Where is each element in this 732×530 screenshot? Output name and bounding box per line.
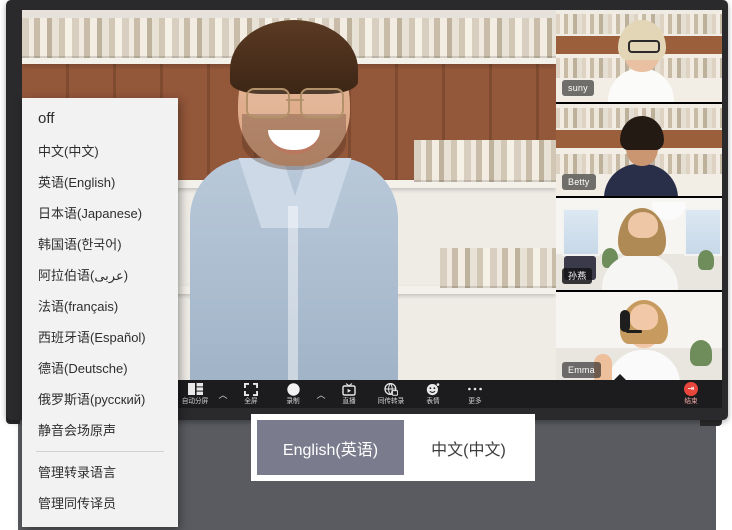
speaker-shirt-placket [288,206,298,380]
participant-tile[interactable]: 孙燕 [556,198,722,292]
desk-left-margin [0,414,18,530]
menu-item-arabic[interactable]: 阿拉伯语(عربى) [22,260,178,291]
tile-forehead [630,304,658,330]
toolbar-more-button[interactable]: 更多 [454,380,496,408]
participant-tile[interactable]: Emma [556,292,722,384]
participant-name-badge: 孙燕 [562,268,593,284]
interpretation-icon [384,382,398,396]
language-option-chinese[interactable]: 中文(中文) [406,414,531,481]
menu-item-english[interactable]: 英语(English) [22,167,178,198]
menu-item-japanese[interactable]: 日本语(Japanese) [22,198,178,229]
record-options-chevron-up-icon[interactable]: ︿ [314,380,328,408]
toolbar-live-label: 直播 [342,398,356,405]
participant-name-badge: Emma [562,362,601,378]
toolbar-auto-split-label: 自动分屏 [181,398,209,405]
live-broadcast-icon [342,382,356,396]
tile-headset-mic [626,330,642,333]
tile-window [684,208,722,256]
participant-name-badge: suny [562,80,594,96]
tile-glasses [628,40,660,53]
menu-item-russian[interactable]: 俄罗斯语(русский) [22,384,178,415]
layout-icon [187,382,203,396]
more-dots-icon [467,382,483,396]
leave-call-icon: ⇥ [684,382,698,396]
menu-item-german[interactable]: 德语(Deutsche) [22,353,178,384]
toolbar-auto-split-button[interactable]: 自动分屏 [174,380,216,408]
tile-plant [698,250,714,270]
tile-forehead [628,212,658,238]
glasses-lens-right [300,88,344,118]
tile-plant [690,340,712,366]
menu-item-manage-transcription-language[interactable]: 管理转录语言 [22,457,178,488]
participant-name-badge: Betty [562,174,596,190]
record-icon [286,382,300,396]
participant-thumbnail-strip: suny Betty 孙燕 Emma [556,10,722,384]
speaker-hair [230,20,358,94]
toolbar-end-meeting-label: 结束 [684,398,698,405]
speaker-glasses [246,88,344,118]
books-row-2-right [414,140,556,182]
desk-right-margin [716,414,732,530]
speaker-person [184,20,404,380]
toolbar-live-button[interactable]: 直播 [328,380,370,408]
toolbar-record-button[interactable]: 录制 [272,380,314,408]
language-option-english[interactable]: English(英语) [255,418,406,477]
toolbar-end-meeting-button[interactable]: ⇥ 结束 [670,380,712,408]
tile-window [562,208,600,256]
menu-item-korean[interactable]: 韩国语(한국어) [22,229,178,260]
books-row-3-right [440,248,556,288]
toolbar-reactions-button[interactable]: 表情 [412,380,454,408]
menu-item-off[interactable]: off [22,104,178,136]
menu-item-spanish[interactable]: 西班牙语(Español) [22,322,178,353]
emoji-icon [426,382,440,396]
menu-item-mute-original-audio[interactable]: 静音会场原声 [22,415,178,446]
menu-divider [36,451,164,452]
toolbar-reactions-label: 表情 [426,398,440,405]
toolbar-interpretation-button[interactable]: 同传转录 [370,380,412,408]
toolbar-interpretation-label: 同传转录 [377,398,405,405]
participant-tile[interactable]: Betty [556,104,722,198]
participant-tile[interactable]: suny [556,10,722,104]
interpretation-language-menu: off 中文(中文) 英语(English) 日本语(Japanese) 韩国语… [22,98,178,527]
menu-item-manage-interpreters[interactable]: 管理同传译员 [22,488,178,519]
glasses-lens-left [246,88,290,118]
layout-options-chevron-up-icon[interactable]: ︿ [216,380,230,408]
toolbar-fullscreen-label: 全屏 [244,398,258,405]
interpretation-channel-bar: English(英语) 中文(中文) [251,414,535,481]
menu-item-french[interactable]: 法语(français) [22,291,178,322]
toolbar-record-label: 录制 [286,398,300,405]
tile-headset [620,310,630,332]
toolbar-more-label: 更多 [468,398,482,405]
toolbar-fullscreen-button[interactable]: 全屏 [230,380,272,408]
menu-item-chinese[interactable]: 中文(中文) [22,136,178,167]
fullscreen-icon [244,382,258,396]
